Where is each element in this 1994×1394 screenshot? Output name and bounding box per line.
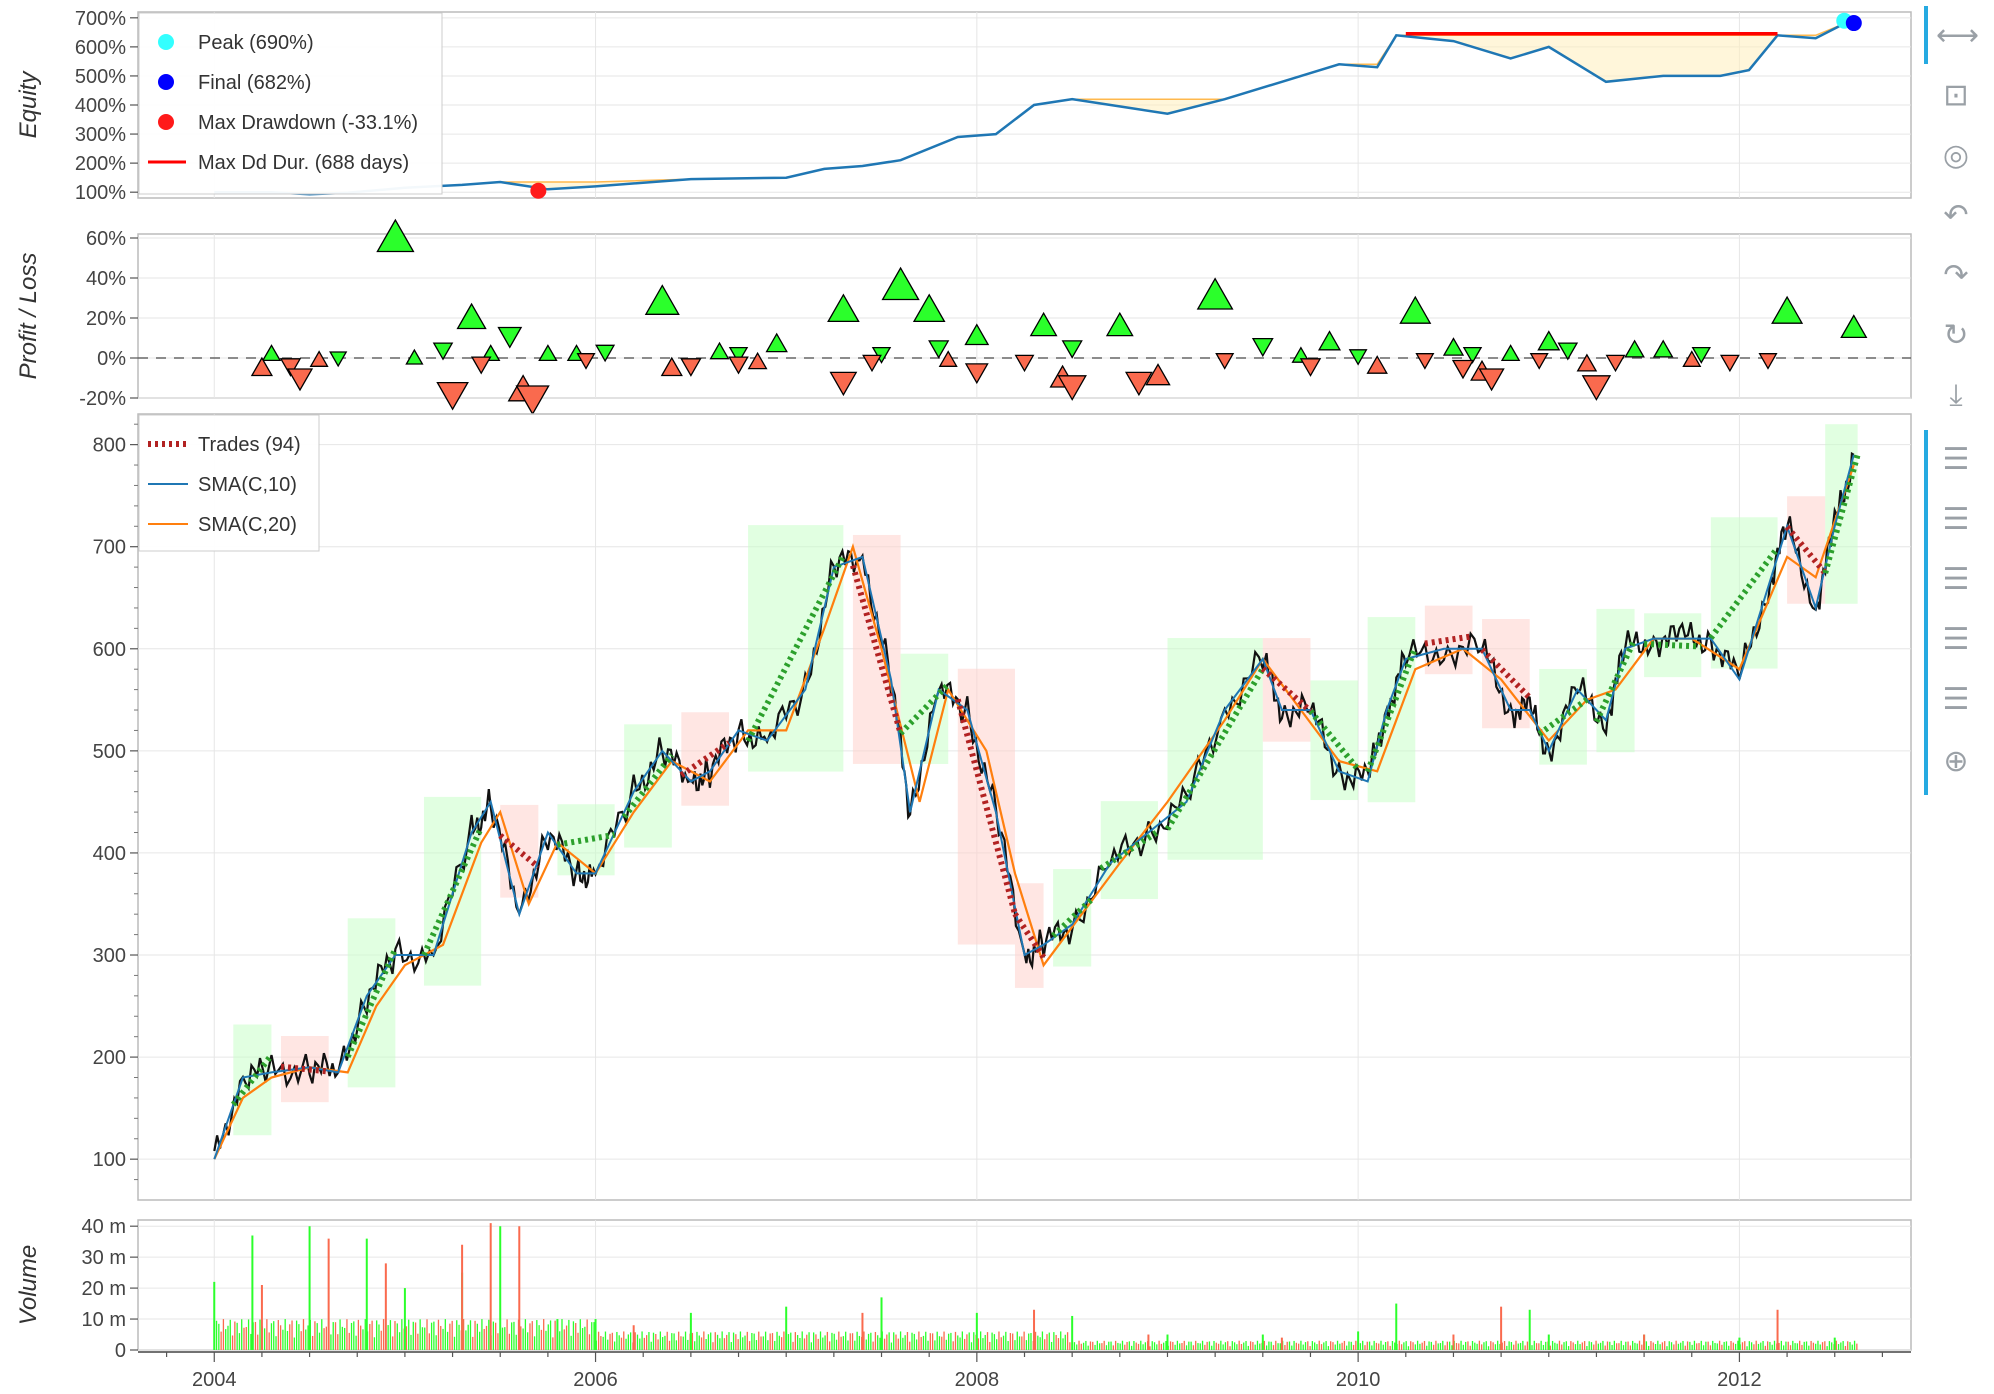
price-ytick-label: 200	[93, 1047, 126, 1069]
price-ytick-label: 500	[93, 741, 126, 763]
hover-icon-4[interactable]: ☰	[1936, 620, 1976, 660]
trade-span	[1053, 869, 1092, 967]
equity-ytick-label: 700%	[75, 8, 126, 30]
reset-icon[interactable]: ↻	[1936, 316, 1976, 356]
price-ytick-label: 400	[93, 843, 126, 865]
toolbar-group-marker-bottom	[1924, 430, 1928, 795]
x-tick-label: 2006	[573, 1369, 618, 1391]
wheel-zoom-icon[interactable]: ◎	[1936, 136, 1976, 176]
toolbar-group-marker-top	[1924, 6, 1928, 64]
save-icon[interactable]: ⤓	[1936, 376, 1976, 416]
price-legend: Trades (94) SMA(C,10) SMA(C,20)	[138, 414, 320, 552]
volume-ytick-label: 40 m	[82, 1216, 126, 1238]
equity-legend-label: Max Dd Dur. (688 days)	[198, 152, 409, 174]
price-legend-label: SMA(C,20)	[198, 514, 297, 536]
redo-icon[interactable]: ↷	[1936, 256, 1976, 296]
equity-ytick-label: 400%	[75, 95, 126, 117]
equity-ytick-label: 100%	[75, 182, 126, 204]
price-panel[interactable]: 100 200 300 400 500 600 700 800 Trades (94) SMA(C…	[93, 413, 1912, 1201]
equity-ytick-label: 200%	[75, 153, 126, 175]
pl-ytick-label: 0%	[97, 348, 126, 370]
crosshair-icon[interactable]: ⊕	[1936, 742, 1976, 782]
volume-axis-label: Volume	[15, 1245, 42, 1325]
price-ytick-label: 600	[93, 639, 126, 661]
plot-toolbar: ⟷ ⊡ ◎ ↶ ↷ ↻ ⤓ ☰ ☰ ☰ ☰ ☰ ⊕	[1918, 0, 1994, 800]
x-tick-label: 2008	[955, 1369, 1000, 1391]
equity-ytick-label: 500%	[75, 66, 126, 88]
equity-axis-label: Equity	[15, 70, 42, 139]
profit-loss-axis-label: Profit / Loss	[15, 253, 42, 380]
hover-icon-2[interactable]: ☰	[1936, 500, 1976, 540]
equity-legend: Peak (690%) Final (682%) Max Drawdown (-33…	[138, 12, 443, 195]
x-tick-label: 2010	[1336, 1369, 1381, 1391]
volume-ytick-label: 0	[115, 1340, 126, 1362]
equity-ytick-label: 300%	[75, 124, 126, 146]
pl-ytick-label: 40%	[86, 268, 126, 290]
price-frame	[137, 413, 1912, 1201]
price-ytick-label: 800	[93, 435, 126, 457]
trade-span	[748, 525, 844, 772]
final-marker[interactable]	[1845, 15, 1862, 32]
hover-icon-3[interactable]: ☰	[1936, 560, 1976, 600]
legend-circle-drawdown-icon	[158, 114, 174, 130]
trade-span	[1825, 424, 1858, 604]
equity-legend-label: Peak (690%)	[198, 32, 314, 54]
equity-ytick-label: 600%	[75, 37, 126, 59]
price-legend-label: SMA(C,10)	[198, 474, 297, 496]
equity-legend-label: Max Drawdown (-33.1%)	[198, 112, 418, 134]
backtest-figure: 100% 200% 300% 400% 500% 600% 700% Equity Peak (…	[15, 8, 1912, 1391]
volume-ytick-label: 10 m	[82, 1309, 126, 1331]
volume-panel[interactable]: 0 10 m 20 m 30 m 40 m Volume	[15, 1216, 1912, 1362]
profit-loss-panel[interactable]: -20% 0% 20% 40% 60% Profit / Loss	[15, 218, 1912, 416]
x-tick-label: 2004	[192, 1369, 237, 1391]
x-axis: 2004 2006 2008 2010 2012	[138, 1351, 1911, 1391]
undo-icon[interactable]: ↶	[1936, 196, 1976, 236]
price-ytick-label: 300	[93, 945, 126, 967]
pl-frame	[137, 233, 1912, 399]
pl-ytick-label: 60%	[86, 228, 126, 250]
legend-circle-final-icon	[158, 74, 174, 90]
legend-circle-peak-icon	[158, 34, 174, 50]
hover-icon-5[interactable]: ☰	[1936, 680, 1976, 720]
pl-ytick-label: -20%	[79, 388, 126, 410]
max-drawdown-marker[interactable]	[530, 182, 547, 199]
pl-ytick-label: 20%	[86, 308, 126, 330]
x-tick-label: 2012	[1717, 1369, 1762, 1391]
price-ytick-label: 100	[93, 1149, 126, 1171]
hover-icon-1[interactable]: ☰	[1936, 440, 1976, 480]
pan-icon[interactable]: ⟷	[1936, 16, 1979, 56]
box-zoom-icon[interactable]: ⊡	[1936, 76, 1976, 116]
equity-legend-label: Final (682%)	[198, 72, 311, 94]
price-legend-label: Trades (94)	[198, 434, 301, 456]
volume-ytick-label: 30 m	[82, 1247, 126, 1269]
equity-panel[interactable]: 100% 200% 300% 400% 500% 600% 700% Equity Peak (…	[15, 8, 1912, 204]
trade-span	[1367, 617, 1416, 803]
price-ytick-label: 700	[93, 537, 126, 559]
volume-ytick-label: 20 m	[82, 1278, 126, 1300]
